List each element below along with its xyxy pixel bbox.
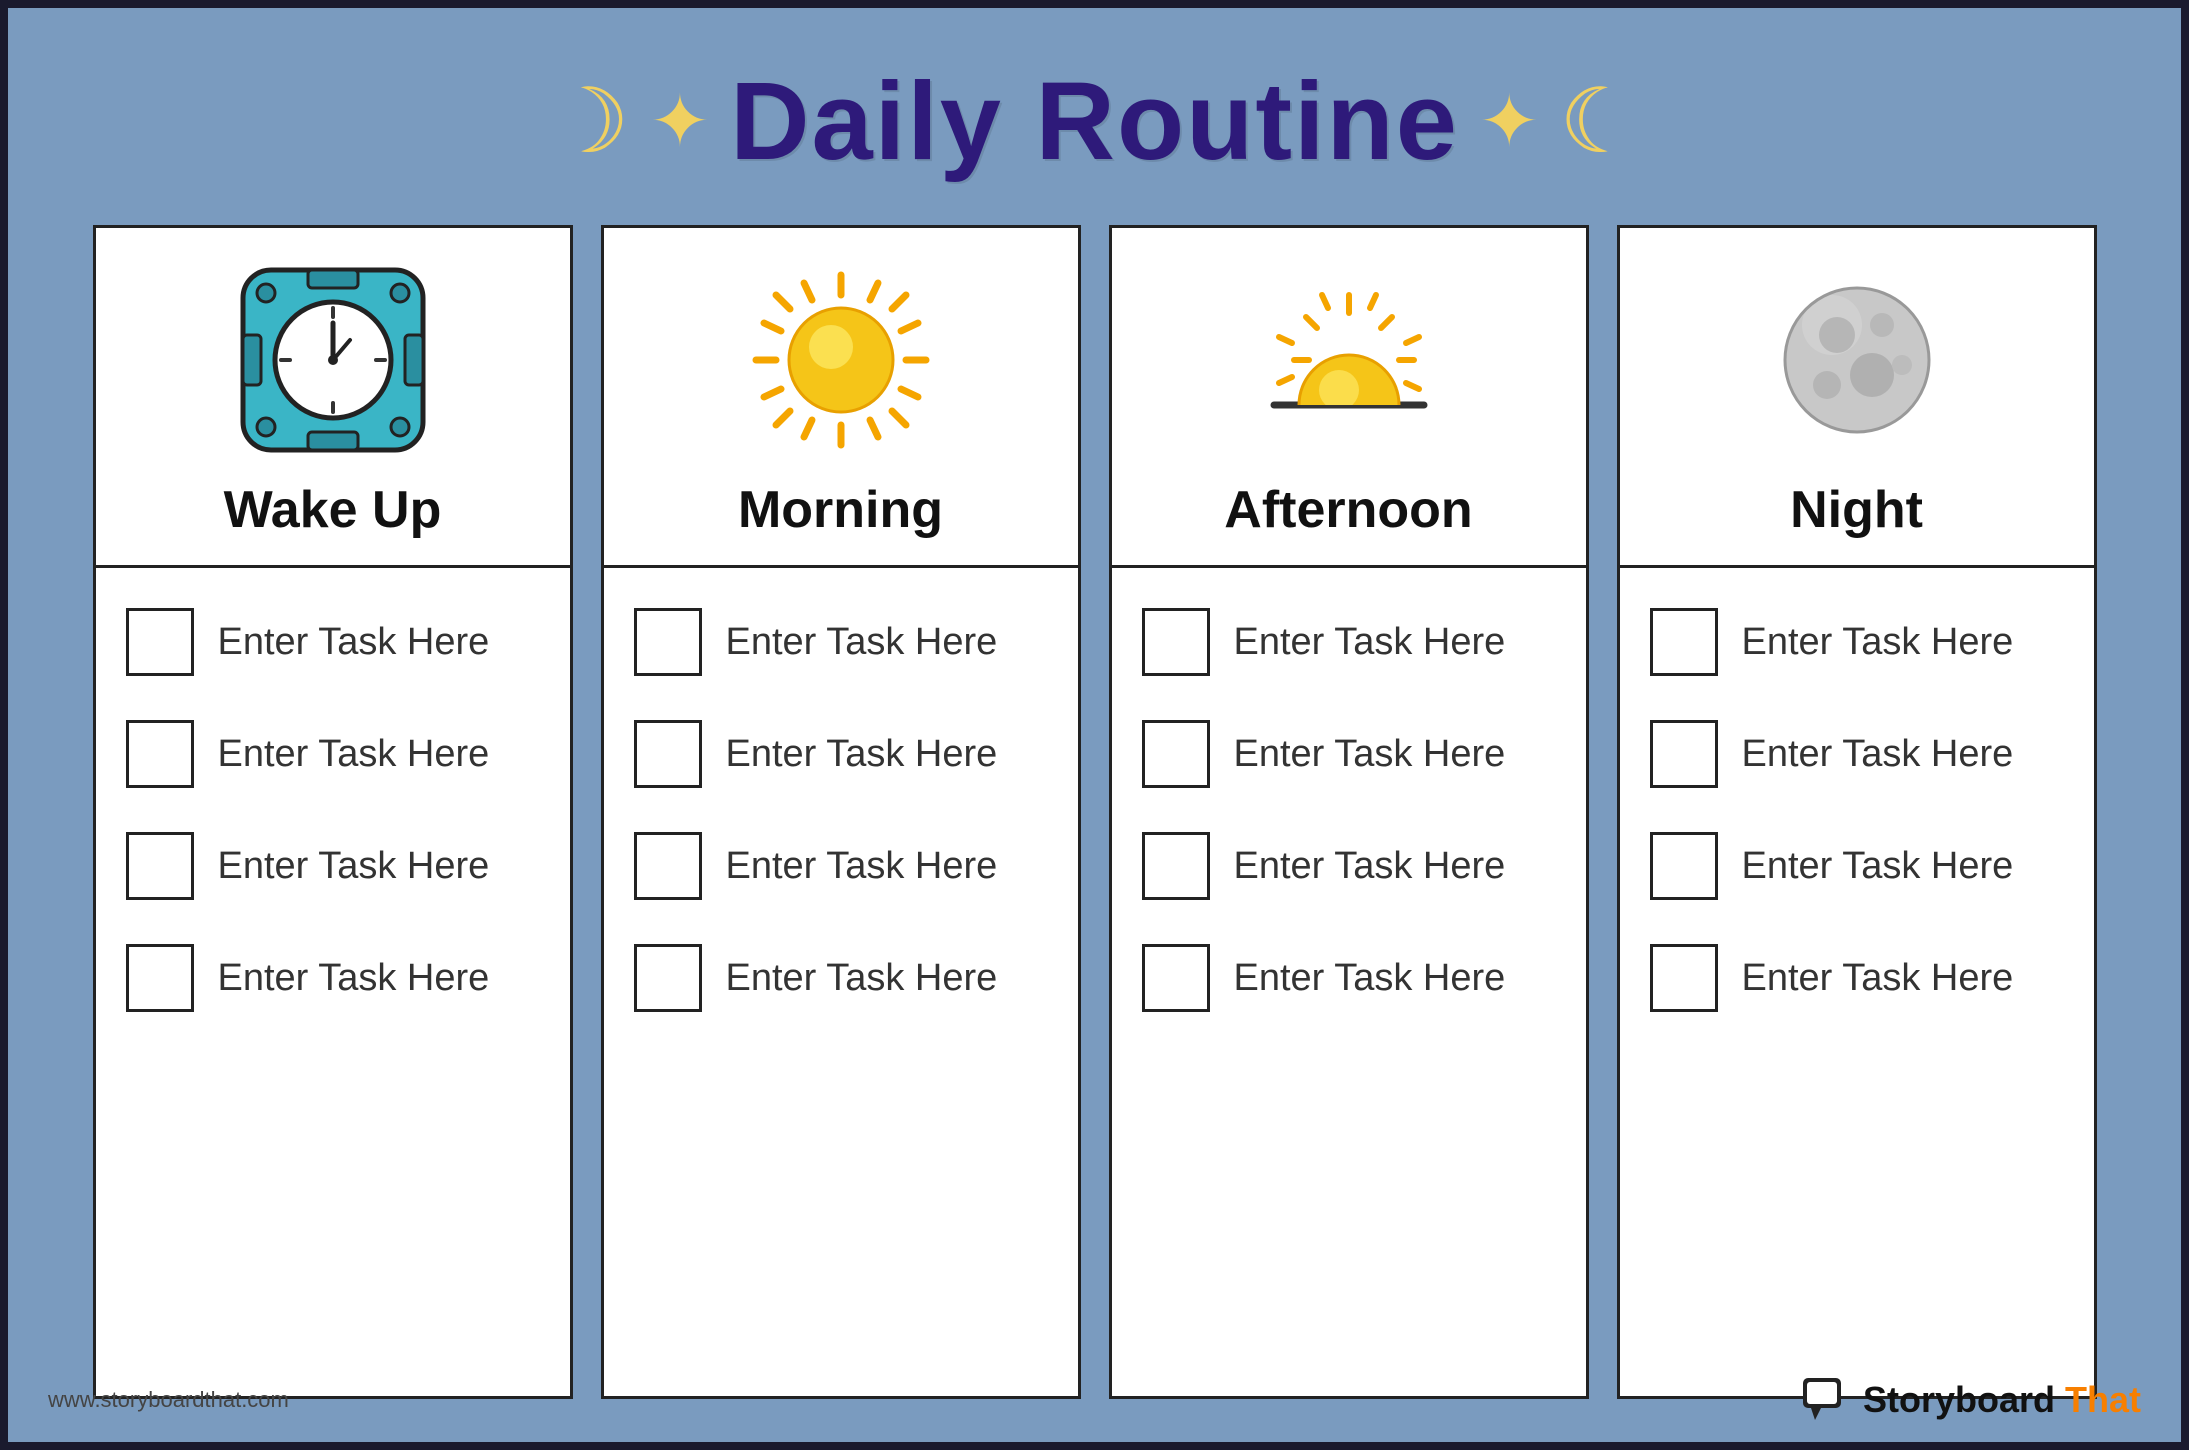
task-label[interactable]: Enter Task Here — [726, 957, 998, 1000]
columns-container: Wake Up Enter Task Here Enter Task Here … — [48, 225, 2141, 1399]
footer: www.storyboardthat.com StoryboardThat — [48, 1376, 2141, 1424]
task-checkbox[interactable] — [1650, 608, 1718, 676]
task-checkbox[interactable] — [126, 944, 194, 1012]
task-checkbox[interactable] — [1650, 832, 1718, 900]
task-checkbox[interactable] — [634, 832, 702, 900]
task-checkbox[interactable] — [126, 720, 194, 788]
task-row: Enter Task Here — [1650, 832, 2064, 900]
task-checkbox[interactable] — [126, 832, 194, 900]
task-checkbox[interactable] — [126, 608, 194, 676]
header-right-sun-icon: ✦ — [1479, 86, 1539, 158]
task-label[interactable]: Enter Task Here — [726, 845, 998, 888]
column-morning: Morning Enter Task Here Enter Task Here … — [601, 225, 1081, 1399]
header-left-sun-icon: ✦ — [650, 86, 710, 158]
column-afternoon: Afternoon Enter Task Here Enter Task Her… — [1109, 225, 1589, 1399]
col-body-afternoon: Enter Task Here Enter Task Here Enter Ta… — [1112, 568, 1586, 1396]
col-header-afternoon: Afternoon — [1112, 228, 1586, 568]
task-checkbox[interactable] — [1650, 720, 1718, 788]
task-label[interactable]: Enter Task Here — [1742, 845, 2014, 888]
task-checkbox[interactable] — [634, 608, 702, 676]
task-row: Enter Task Here — [634, 832, 1048, 900]
col-body-night: Enter Task Here Enter Task Here Enter Ta… — [1620, 568, 2094, 1396]
moon-icon — [1757, 260, 1957, 460]
col-title-afternoon: Afternoon — [1224, 480, 1472, 540]
task-row: Enter Task Here — [1650, 608, 2064, 676]
afternoon-sun-icon — [1249, 260, 1449, 460]
header: ☽ ✦ Daily Routine ✦ ☽ — [48, 28, 2141, 225]
page: ☽ ✦ Daily Routine ✦ ☽ — [8, 8, 2181, 1442]
task-row: Enter Task Here — [634, 944, 1048, 1012]
header-left-moon-icon: ☽ — [549, 77, 630, 167]
task-row: Enter Task Here — [1650, 944, 2064, 1012]
task-row: Enter Task Here — [634, 608, 1048, 676]
brand-story-text: Storyboard — [1863, 1379, 2055, 1421]
task-label[interactable]: Enter Task Here — [1234, 733, 1506, 776]
col-header-wake-up: Wake Up — [96, 228, 570, 568]
task-label[interactable]: Enter Task Here — [218, 957, 490, 1000]
col-title-morning: Morning — [738, 480, 943, 540]
task-label[interactable]: Enter Task Here — [726, 621, 998, 664]
task-label[interactable]: Enter Task Here — [1234, 845, 1506, 888]
task-label[interactable]: Enter Task Here — [1234, 957, 1506, 1000]
column-wake-up: Wake Up Enter Task Here Enter Task Here … — [93, 225, 573, 1399]
task-checkbox[interactable] — [1142, 720, 1210, 788]
task-label[interactable]: Enter Task Here — [726, 733, 998, 776]
col-body-morning: Enter Task Here Enter Task Here Enter Ta… — [604, 568, 1078, 1396]
col-header-morning: Morning — [604, 228, 1078, 568]
task-row: Enter Task Here — [1142, 608, 1556, 676]
task-label[interactable]: Enter Task Here — [218, 733, 490, 776]
col-header-night: Night — [1620, 228, 2094, 568]
task-row: Enter Task Here — [126, 944, 540, 1012]
task-label[interactable]: Enter Task Here — [1742, 957, 2014, 1000]
brand-logo-icon — [1801, 1376, 1853, 1424]
task-row: Enter Task Here — [1142, 720, 1556, 788]
footer-brand: StoryboardThat — [1801, 1376, 2141, 1424]
task-row: Enter Task Here — [126, 720, 540, 788]
task-checkbox[interactable] — [1142, 832, 1210, 900]
task-label[interactable]: Enter Task Here — [1742, 733, 2014, 776]
clock-icon — [233, 260, 433, 460]
task-checkbox[interactable] — [1142, 608, 1210, 676]
sun-icon — [741, 260, 941, 460]
task-checkbox[interactable] — [1142, 944, 1210, 1012]
task-row: Enter Task Here — [1142, 832, 1556, 900]
task-checkbox[interactable] — [634, 720, 702, 788]
task-label[interactable]: Enter Task Here — [218, 621, 490, 664]
col-title-wake-up: Wake Up — [224, 480, 442, 540]
task-checkbox[interactable] — [634, 944, 702, 1012]
task-checkbox[interactable] — [1650, 944, 1718, 1012]
task-row: Enter Task Here — [1650, 720, 2064, 788]
task-row: Enter Task Here — [1142, 944, 1556, 1012]
header-right-moon-icon: ☽ — [1559, 77, 1640, 167]
task-row: Enter Task Here — [126, 608, 540, 676]
task-label[interactable]: Enter Task Here — [1234, 621, 1506, 664]
footer-url: www.storyboardthat.com — [48, 1387, 289, 1413]
task-row: Enter Task Here — [126, 832, 540, 900]
col-body-wake-up: Enter Task Here Enter Task Here Enter Ta… — [96, 568, 570, 1396]
task-label[interactable]: Enter Task Here — [1742, 621, 2014, 664]
task-label[interactable]: Enter Task Here — [218, 845, 490, 888]
brand-that-text: That — [2065, 1379, 2141, 1421]
column-night: Night Enter Task Here Enter Task Here En… — [1617, 225, 2097, 1399]
col-title-night: Night — [1790, 480, 1923, 540]
header-title: Daily Routine — [730, 58, 1459, 185]
task-row: Enter Task Here — [634, 720, 1048, 788]
